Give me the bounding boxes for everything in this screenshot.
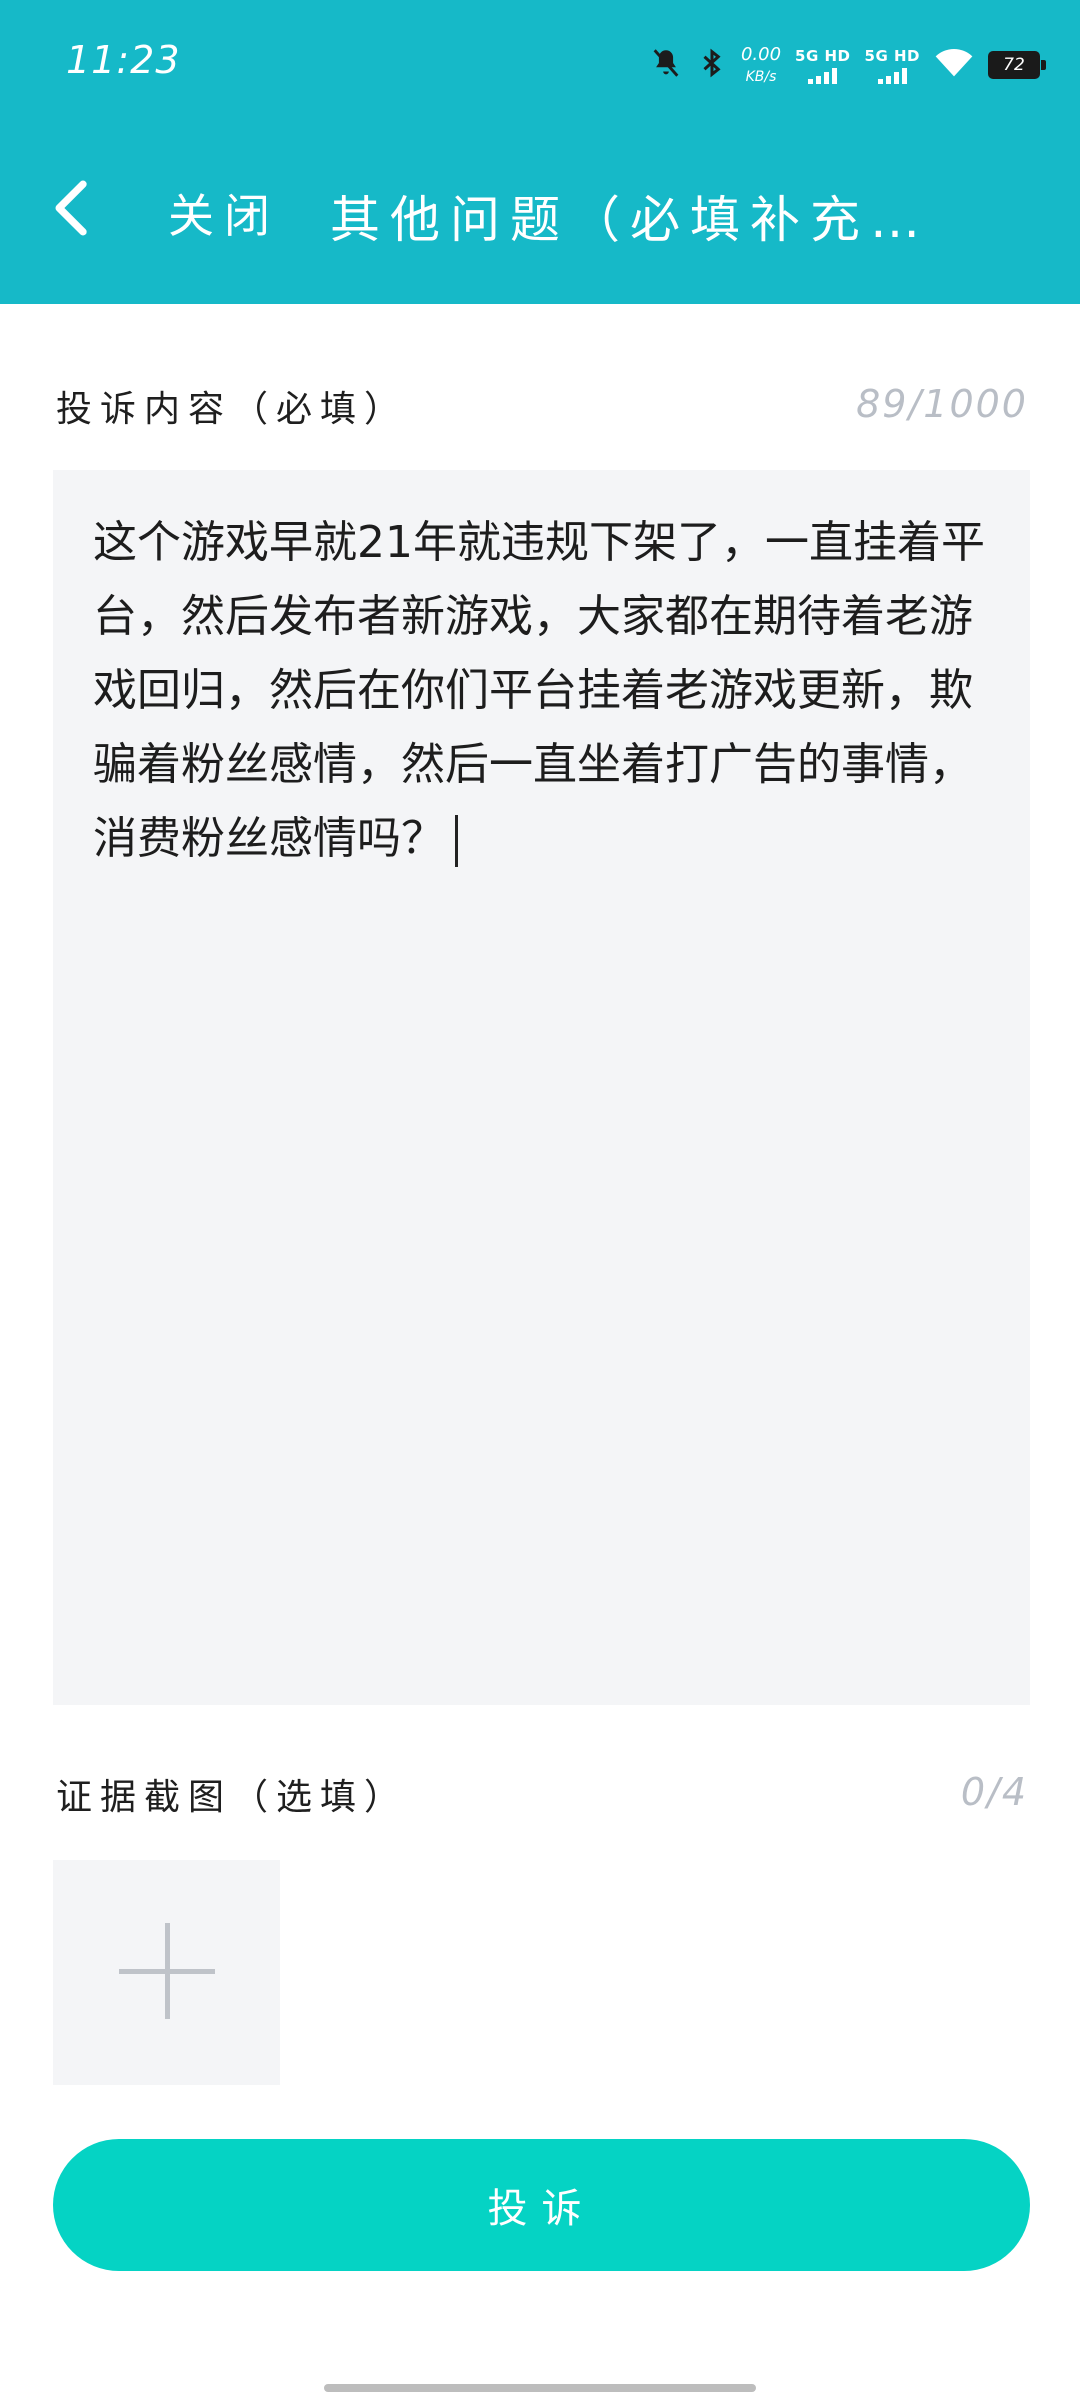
complaint-label: 投诉内容（必填）: [56, 389, 409, 430]
battery-level: 72: [1003, 55, 1025, 75]
bluetooth-icon: [697, 46, 727, 84]
sim1-signal: 5G HD: [795, 47, 850, 84]
toolbar: 关闭 其他问题（必填补充…: [0, 150, 1080, 270]
add-screenshot-button[interactable]: [53, 1860, 280, 2085]
battery-icon: 72: [988, 51, 1046, 79]
home-indicator[interactable]: [324, 2384, 756, 2392]
submit-complaint-button[interactable]: 投诉: [53, 2139, 1030, 2271]
net-speed: 0.00 KB/s: [740, 44, 782, 85]
wifi-icon: [934, 46, 974, 84]
sim2-signal: 5G HD: [865, 47, 920, 84]
sim2-label: 5G HD: [864, 46, 920, 65]
complaint-char-counter: 89/1000: [856, 382, 1028, 426]
net-speed-unit: KB/s: [745, 69, 777, 85]
back-button[interactable]: [50, 170, 120, 250]
signal-icon: [877, 67, 907, 84]
complaint-textarea[interactable]: 这个游戏早就21年就违规下架了，一直挂着平台，然后发布者新游戏，大家都在期待着老…: [53, 470, 1030, 1705]
net-speed-value: 0.00: [740, 44, 782, 65]
evidence-label: 证据截图（选填）: [56, 1777, 409, 1818]
evidence-counter: 0/4: [960, 1770, 1028, 1814]
plus-icon: [115, 1919, 219, 2027]
sim1-label: 5G HD: [795, 46, 851, 65]
close-button[interactable]: 关闭: [168, 180, 280, 246]
complaint-text: 这个游戏早就21年就违规下架了，一直挂着平台，然后发布者新游戏，大家都在期待着老…: [93, 517, 985, 864]
mute-bell-icon: [649, 46, 683, 84]
status-icons: 0.00 KB/s 5G HD 5G HD 72: [649, 40, 1046, 90]
app-header: 11:23 0.00 KB/s 5G HD 5G HD 72 关闭 其他问题（必…: [0, 0, 1080, 304]
chevron-left-icon: [50, 178, 94, 242]
status-time: 11:23: [66, 38, 181, 82]
status-bar: 11:23 0.00 KB/s 5G HD 5G HD 72: [0, 0, 1080, 130]
page-title: 其他问题（必填补充…: [330, 191, 930, 249]
signal-icon: [808, 67, 838, 84]
text-caret: [455, 815, 458, 867]
